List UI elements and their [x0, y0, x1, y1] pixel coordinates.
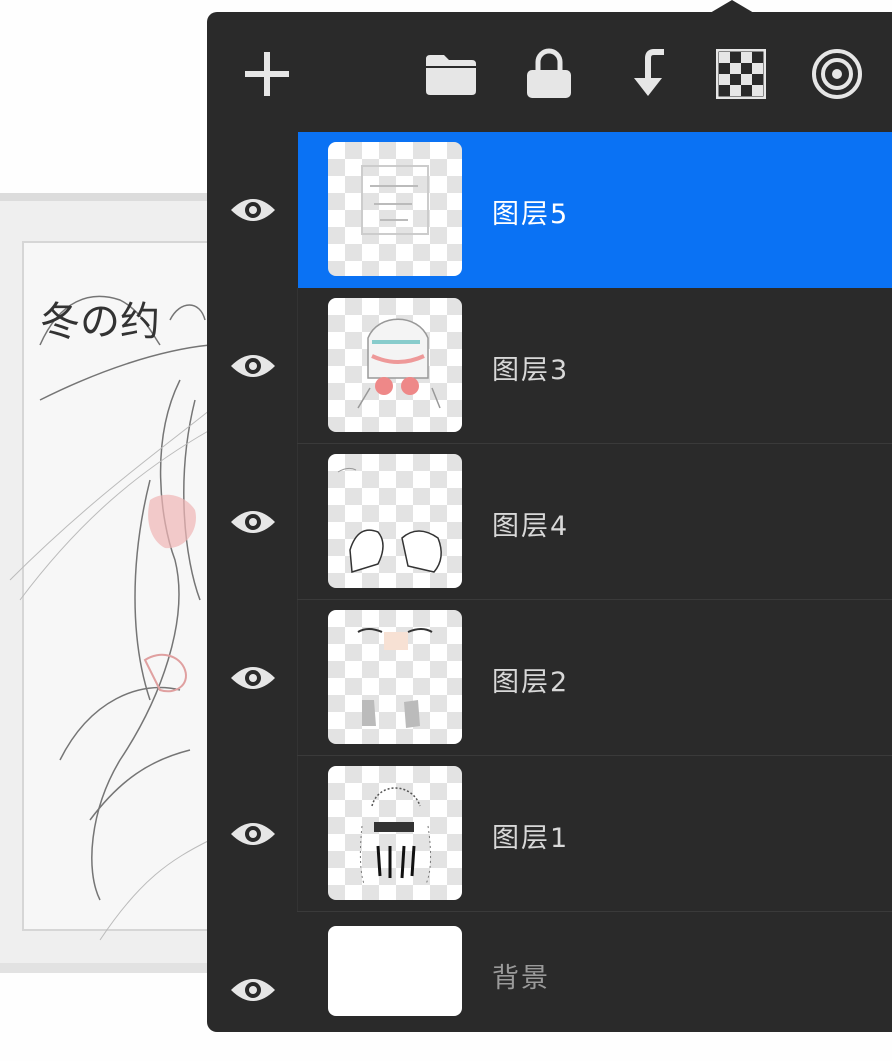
- visibility-toggle[interactable]: [227, 496, 279, 548]
- layer-thumbnail: [328, 298, 462, 432]
- layer-thumbnail: [328, 142, 462, 276]
- layer-name: 图层4: [492, 511, 570, 542]
- group-button[interactable]: [423, 46, 479, 102]
- layer-thumbnail: [328, 766, 462, 900]
- checkerboard-icon: [716, 49, 766, 99]
- lock-button[interactable]: [521, 46, 577, 102]
- layer-thumbnail: [328, 610, 462, 744]
- layer-content[interactable]: 图层1: [298, 756, 892, 912]
- layer-content[interactable]: 图层5: [298, 132, 892, 288]
- add-layer-button[interactable]: [239, 46, 295, 102]
- reference-button[interactable]: [809, 46, 865, 102]
- visibility-toggle[interactable]: [227, 652, 279, 704]
- layer-content[interactable]: 图层4: [298, 444, 892, 600]
- layer-name: 图层1: [492, 823, 570, 854]
- plus-icon: [245, 52, 289, 96]
- visibility-toggle[interactable]: [227, 964, 279, 1016]
- layer-name: 图层5: [492, 199, 570, 230]
- visibility-toggle[interactable]: [227, 808, 279, 860]
- layer-row[interactable]: 图层5: [207, 132, 892, 288]
- eye-icon: [231, 979, 275, 1001]
- layer-content[interactable]: 图层2: [298, 600, 892, 756]
- merge-down-button[interactable]: [619, 46, 675, 102]
- eye-icon: [231, 199, 275, 221]
- eye-icon: [231, 823, 275, 845]
- sketch-title: 冬の约: [40, 299, 160, 345]
- visibility-toggle[interactable]: [227, 184, 279, 236]
- layers-toolbar: [207, 12, 892, 132]
- target-icon: [812, 49, 862, 99]
- layer-thumbnail: [328, 926, 462, 1016]
- layer-row[interactable]: 背景: [207, 912, 892, 1032]
- layer-name: 背景: [492, 963, 550, 994]
- layer-name: 图层3: [492, 355, 570, 386]
- layer-row[interactable]: 图层1: [207, 756, 892, 912]
- lock-icon: [527, 48, 571, 98]
- layer-row[interactable]: 图层4: [207, 444, 892, 600]
- layer-name: 图层2: [492, 667, 570, 698]
- layer-row[interactable]: 图层3: [207, 288, 892, 444]
- visibility-toggle[interactable]: [227, 340, 279, 392]
- layer-content[interactable]: 背景: [298, 912, 892, 1032]
- arrow-down-left-icon: [634, 49, 664, 96]
- layer-thumbnail: [328, 454, 462, 588]
- alpha-lock-button[interactable]: [713, 46, 769, 102]
- layer-row[interactable]: 图层2: [207, 600, 892, 756]
- eye-icon: [231, 511, 275, 533]
- layer-content[interactable]: 图层3: [298, 288, 892, 444]
- folder-icon: [426, 55, 476, 95]
- eye-icon: [231, 355, 275, 377]
- layers-panel: 图层5 图层3 图层4 图层2 图层1 背景: [207, 12, 892, 1032]
- eye-icon: [231, 667, 275, 689]
